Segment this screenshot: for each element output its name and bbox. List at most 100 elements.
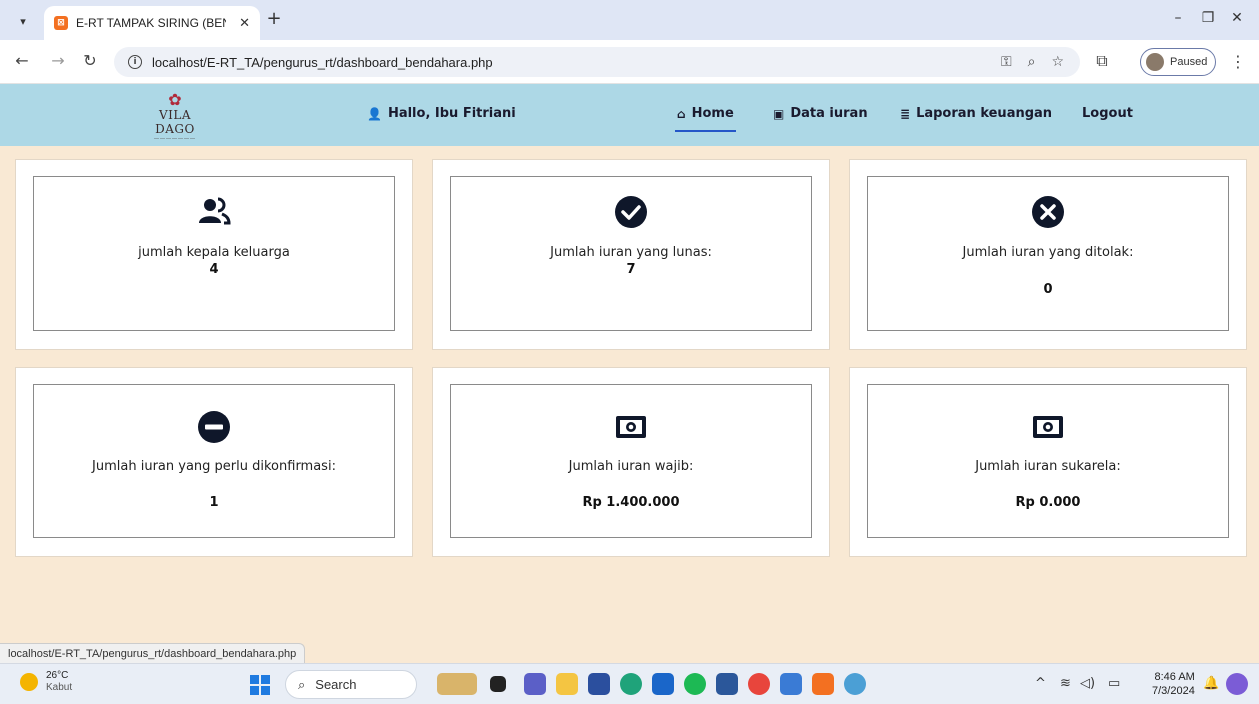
money-bill-icon [1033,416,1063,438]
card-label: Jumlah iuran yang ditolak: [962,245,1134,260]
users-icon [199,197,231,225]
tab-list-chevron-icon[interactable]: ▾ [12,10,34,32]
card-kepala-keluarga: jumlah kepala keluarga 4 [15,159,413,350]
card-value: 7 [626,262,636,277]
card-label: Jumlah iuran sukarela: [975,459,1121,474]
restore-icon[interactable]: ❐ [1198,10,1218,26]
close-window-icon[interactable]: ✕ [1227,10,1247,26]
copilot-icon[interactable] [1226,673,1248,695]
weather-widget[interactable]: 26°C Kabut [20,670,72,694]
weather-text: 26°C Kabut [46,670,72,694]
site-info-icon[interactable]: i [128,55,142,69]
nav-home[interactable]: ⌂ Home [675,106,736,132]
logo-underline: ――――――― [154,136,196,142]
terminal-icon[interactable] [780,673,802,695]
card-iuran-ditolak: Jumlah iuran yang ditolak: 0 [849,159,1247,350]
xampp-favicon-icon: ⊠ [54,16,68,30]
widgets-icon[interactable] [437,673,477,695]
taskbar-search[interactable]: ⌕ Search [285,670,417,699]
nav-logout-label: Logout [1082,106,1133,121]
home-icon: ⌂ [677,106,686,121]
windows-start-icon[interactable] [250,675,270,695]
card-iuran-sukarela: Jumlah iuran sukarela: Rp 0.000 [849,367,1247,557]
tab-title: E-RT TAMPAK SIRING (BENDAH [76,16,226,30]
clock-date: 7/3/2024 [1152,685,1195,697]
search-icon: ⌕ [298,676,306,692]
card-inner: Jumlah iuran yang ditolak: 0 [867,176,1229,331]
tray-chevron-icon[interactable]: ^ [1035,676,1046,691]
card-iuran-lunas: Jumlah iuran yang lunas: 7 [432,159,830,350]
minus-circle-icon [198,411,230,443]
card-inner: jumlah kepala keluarga 4 [33,176,395,331]
search-placeholder: Search [315,677,357,692]
weather-temp: 26°C [46,670,69,681]
profile-paused-button[interactable]: Paused [1140,48,1216,76]
file-explorer-icon[interactable] [556,673,578,695]
card-value: Rp 1.400.000 [582,495,680,510]
taskbar-clock[interactable]: 8:46 AM 7/3/2024 [1152,670,1195,698]
zoom-icon[interactable]: ⌕ [1028,54,1036,70]
chrome-icon[interactable] [748,673,770,695]
address-bar[interactable]: i localhost/E-RT_TA/pengurus_rt/dashboar… [114,47,1080,77]
teams-icon[interactable] [524,673,546,695]
nav-data-iuran-label: Data iuran [790,106,868,121]
browser-tab[interactable]: ⊠ E-RT TAMPAK SIRING (BENDAH ✕ [44,6,260,40]
vila-dago-logo[interactable]: ✿ VILA DAGO ――――――― [140,90,210,143]
spotify-icon[interactable] [684,673,706,695]
tab-close-icon[interactable]: ✕ [239,16,250,31]
password-key-icon[interactable]: ⚿ [1001,54,1012,70]
wifi-icon[interactable]: ≋ [1060,676,1071,691]
reload-icon[interactable]: ↻ [80,51,100,70]
browser-tab-bar: ▾ ⊠ E-RT TAMPAK SIRING (BENDAH ✕ + – ❐ ✕ [0,0,1259,40]
card-value: 1 [209,495,219,510]
card-iuran-wajib: Jumlah iuran wajib: Rp 1.400.000 [432,367,830,557]
card-inner: Jumlah iuran wajib: Rp 1.400.000 [450,384,812,538]
card-value: Rp 0.000 [1015,495,1081,510]
card-inner: Jumlah iuran yang perlu dikonfirmasi: 1 [33,384,395,538]
notification-bell-icon[interactable]: 🔔 [1203,676,1219,691]
database-icon: ≣ [900,106,911,121]
paused-label: Paused [1170,56,1208,68]
card-inner: Jumlah iuran yang lunas: 7 [450,176,812,331]
greeting-text: Hallo, Ibu Fitriani [387,106,516,121]
clock-time: 8:46 AM [1154,671,1195,683]
money-icon: ▣ [773,106,785,121]
xampp-icon[interactable] [812,673,834,695]
card-value: 4 [209,262,219,277]
edge-icon[interactable] [620,673,642,695]
nav-data-iuran[interactable]: ▣ Data iuran [773,106,868,121]
logo-flower-icon: ✿ [168,90,182,109]
battery-icon[interactable]: ▭ [1108,676,1120,691]
new-tab-icon[interactable]: + [264,10,284,30]
forward-arrow-icon[interactable]: → [48,51,68,70]
back-arrow-icon[interactable]: ← [12,51,32,70]
card-label: Jumlah iuran wajib: [568,459,694,474]
task-view-icon[interactable] [490,676,506,692]
browser-toolbar: ← → ↻ i localhost/E-RT_TA/pengurus_rt/da… [0,40,1259,84]
nav-laporan-keuangan[interactable]: ≣ Laporan keuangan [900,106,1052,121]
money-bill-icon [616,416,646,438]
app-icon[interactable] [844,673,866,695]
minimize-icon[interactable]: – [1168,10,1188,26]
extensions-icon[interactable]: ⧉ [1092,51,1112,71]
store-icon[interactable] [588,673,610,695]
card-label: jumlah kepala keluarga [138,245,290,260]
browser-menu-icon[interactable]: ⋮ [1230,52,1246,71]
card-value: 0 [1043,282,1053,297]
card-inner: Jumlah iuran sukarela: Rp 0.000 [867,384,1229,538]
volume-icon[interactable]: ◁) [1080,676,1095,691]
link-status-bar: localhost/E-RT_TA/pengurus_rt/dashboard_… [0,643,306,663]
nav-laporan-label: Laporan keuangan [916,106,1053,121]
user-icon: 👤 [367,106,382,121]
x-circle-icon [1032,196,1064,228]
address-url[interactable]: localhost/E-RT_TA/pengurus_rt/dashboard_… [152,55,493,70]
nav-logout[interactable]: Logout [1082,106,1133,121]
card-label: Jumlah iuran yang lunas: [550,245,712,260]
word-icon[interactable] [716,673,738,695]
mail-icon[interactable] [652,673,674,695]
site-navbar: ✿ VILA DAGO ――――――― 👤 Hallo, Ibu Fitrian… [0,84,1259,146]
bookmark-star-icon[interactable]: ☆ [1051,54,1064,70]
user-greeting: 👤 Hallo, Ibu Fitriani [367,106,516,121]
check-circle-icon [615,196,647,228]
weather-desc: Kabut [46,682,73,693]
